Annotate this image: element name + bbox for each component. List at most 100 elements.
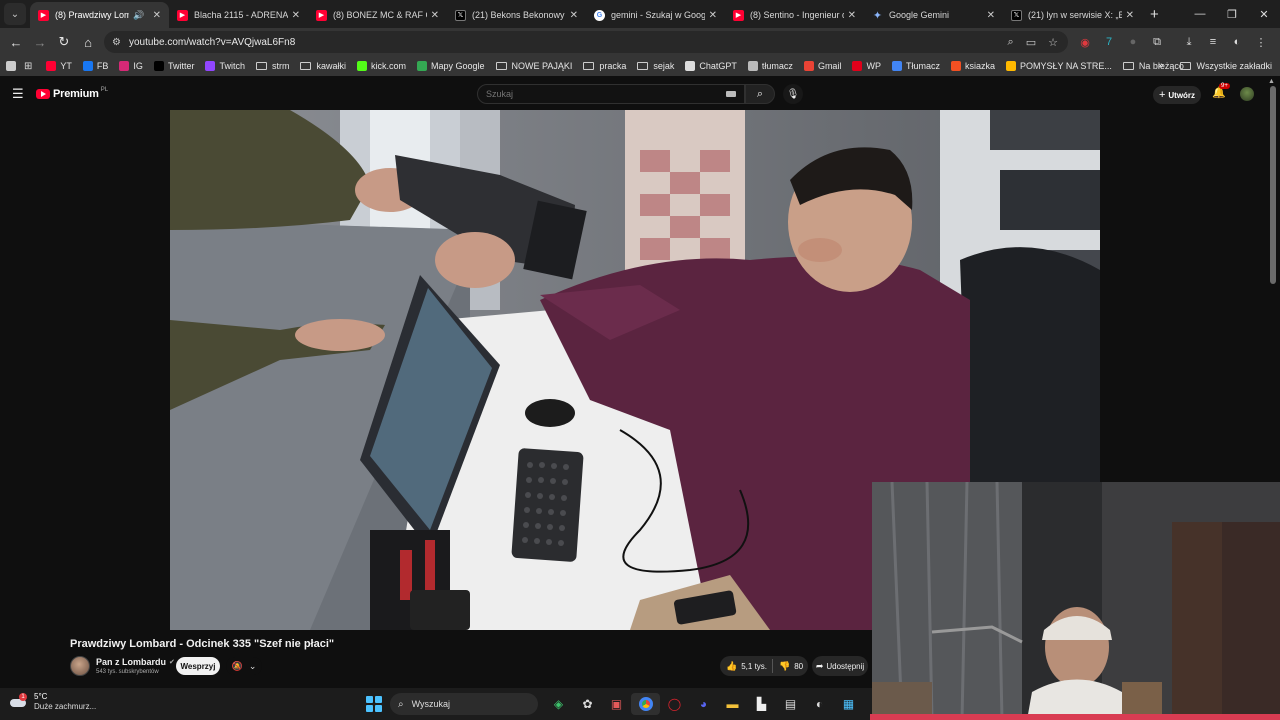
app-icon[interactable]: ◐: [805, 693, 834, 715]
create-button[interactable]: + Utwórz: [1153, 86, 1201, 104]
dislike-button[interactable]: 👎 80: [773, 661, 803, 672]
weather-widget[interactable]: 1 5°C Duże zachmurz...: [10, 692, 96, 712]
forward-arrow-icon[interactable]: →: [28, 35, 52, 50]
close-icon[interactable]: ✕: [848, 10, 856, 21]
bookmark-item[interactable]: Gmail: [803, 61, 841, 71]
bookmark-item[interactable]: sejak: [637, 61, 674, 71]
bookmark-item[interactable]: IG: [119, 61, 143, 71]
zoom-icon[interactable]: ⌕: [1008, 36, 1014, 49]
speaker-icon[interactable]: 🔊: [133, 10, 144, 21]
url-text[interactable]: youtube.com/watch?v=AVQjwaL6Fn8: [129, 37, 295, 48]
bookmark-item[interactable]: YT: [46, 61, 72, 71]
tab-gemini-search[interactable]: G gemini - Szukaj w Google ✕: [586, 2, 725, 28]
bookmark-item[interactable]: pracka: [583, 61, 626, 71]
notification-settings-button[interactable]: 🔕 ⌄: [226, 657, 262, 675]
restore-icon[interactable]: ❐: [1216, 8, 1248, 21]
youtube-logo[interactable]: Premium PL: [36, 87, 108, 100]
tab-google-gemini[interactable]: ✦ Google Gemini ✕: [864, 2, 1003, 28]
chrome-icon[interactable]: [631, 693, 660, 715]
cast-icon[interactable]: ▭: [1026, 36, 1036, 49]
file-explorer-icon[interactable]: ▬: [718, 693, 747, 715]
record-extension-icon[interactable]: ◉: [1078, 36, 1092, 49]
tab-lyn[interactable]: 𝕏 (21) lyn w serwisie X: „Bar ✕: [1003, 2, 1142, 28]
page-scrollbar[interactable]: [1270, 86, 1276, 284]
weather-temperature: 5°C: [34, 692, 48, 701]
tab-blacha[interactable]: ▶ Blacha 2115 - ADRENALINA ✕: [169, 2, 308, 28]
tab-bonez[interactable]: ▶ (8) BONEZ MC & RAF CAMORA ✕: [308, 2, 447, 28]
opera-icon[interactable]: ◯: [660, 693, 689, 715]
apps-grid-icon[interactable]: ⊞: [24, 61, 32, 72]
account-avatar[interactable]: [1240, 87, 1254, 101]
tab-bekons[interactable]: 𝕏 (21) Bekons Bekonowy w ✕: [447, 2, 586, 28]
bookmark-item[interactable]: tłumacz: [747, 61, 793, 71]
extension-icon[interactable]: ●: [1126, 36, 1140, 48]
close-icon[interactable]: ✕: [570, 10, 578, 21]
close-window-icon[interactable]: ✕: [1248, 8, 1280, 21]
close-icon[interactable]: ✕: [153, 10, 161, 21]
app-icon[interactable]: ✿: [573, 693, 602, 715]
bookmark-item[interactable]: Tłumacz: [891, 61, 940, 71]
bookmark-star-icon[interactable]: ☆: [1048, 36, 1058, 49]
close-icon[interactable]: ✕: [292, 10, 300, 21]
tab-search-button[interactable]: ⌄: [4, 3, 26, 25]
bookmark-item[interactable]: ksiazka: [950, 61, 995, 71]
profile-icon[interactable]: ◐: [1230, 36, 1244, 48]
terminal-icon[interactable]: ▤: [776, 693, 805, 715]
close-icon[interactable]: ✕: [431, 10, 439, 21]
seventv-extension-icon[interactable]: 7: [1102, 36, 1116, 48]
bookmark-item[interactable]: Twitch: [205, 61, 245, 71]
bookmark-item[interactable]: Mapy Google: [417, 61, 485, 71]
bookmark-item[interactable]: WP: [852, 61, 881, 71]
bookmark-item[interactable]: strm: [255, 61, 289, 71]
hamburger-menu-icon[interactable]: ☰: [12, 86, 24, 102]
reload-icon[interactable]: ↻: [52, 34, 76, 50]
close-icon[interactable]: ✕: [1126, 10, 1134, 21]
tab-prawdziwy-lombard[interactable]: ▶ (8) Prawdziwy Lombard - Odcinek 335 🔊 …: [30, 2, 169, 28]
support-button[interactable]: Wesprzyj: [176, 657, 220, 675]
notifications-button[interactable]: 🔔 9+: [1212, 83, 1230, 99]
site-info-icon[interactable]: ⚙: [112, 37, 121, 48]
search-icon: ⌕: [756, 87, 764, 100]
home-icon[interactable]: ⌂: [76, 35, 100, 50]
tab-title: gemini - Szukaj w Google: [611, 10, 705, 20]
app-icon[interactable]: ◈: [544, 693, 573, 715]
back-arrow-icon[interactable]: ←: [4, 35, 28, 50]
taskbar-search[interactable]: ⌕ Wyszukaj: [390, 693, 538, 715]
search-input[interactable]: [486, 89, 706, 99]
windows-start-icon[interactable]: [366, 696, 382, 712]
channel-name-link[interactable]: Pan z Lombardu ✔: [96, 657, 175, 667]
close-icon[interactable]: ✕: [709, 10, 717, 21]
menu-dots-icon[interactable]: ⋮: [1254, 36, 1268, 49]
all-bookmarks[interactable]: Wszystkie zakładki: [1180, 56, 1272, 76]
new-tab-button[interactable]: +: [1150, 6, 1159, 23]
bookmark-item[interactable]: ChatGPT: [685, 61, 737, 71]
channel-avatar[interactable]: [70, 656, 90, 676]
app-icon[interactable]: ▙: [747, 693, 776, 715]
bookmark-item[interactable]: FB: [82, 61, 108, 71]
more-bookmarks-icon[interactable]: »: [1158, 60, 1164, 71]
share-button[interactable]: ➦ Udostępnij: [812, 656, 868, 676]
bookmark-item[interactable]: kawałki: [300, 61, 346, 71]
bookmark-item[interactable]: Twitter: [153, 61, 194, 71]
puzzle-icon[interactable]: ⧉: [1150, 36, 1164, 49]
search-button[interactable]: ⌕: [745, 84, 775, 104]
bookmark-item[interactable]: kick.com: [356, 61, 406, 71]
download-icon[interactable]: ⤓: [1182, 36, 1196, 49]
search-box[interactable]: [477, 84, 745, 104]
notepad-icon[interactable]: ▦: [834, 693, 863, 715]
apps-square-icon[interactable]: [6, 61, 16, 71]
keyboard-icon[interactable]: [726, 91, 736, 97]
minimize-icon[interactable]: —: [1184, 8, 1216, 20]
bookmark-item[interactable]: POMYSŁY NA STRE...: [1005, 61, 1112, 71]
media-control-icon[interactable]: ≡: [1206, 36, 1220, 48]
like-button[interactable]: 👍 5,1 tys.: [720, 661, 772, 672]
scroll-up-arrow-icon[interactable]: ▲: [1268, 78, 1275, 85]
tab-sentino[interactable]: ▶ (8) Sentino - Ingenieur de ✕: [725, 2, 864, 28]
discord-icon[interactable]: ◕: [689, 693, 718, 715]
bookmark-item[interactable]: Na bieżąco: [1122, 61, 1184, 71]
close-icon[interactable]: ✕: [987, 10, 995, 21]
bookmark-item[interactable]: NOWE PAJĄKI: [495, 61, 572, 71]
address-bar[interactable]: ⚙ youtube.com/watch?v=AVQjwaL6Fn8 ⌕ ▭ ☆: [104, 31, 1068, 53]
voice-search-button[interactable]: 🎙: [783, 84, 803, 104]
app-icon[interactable]: ▣: [602, 693, 631, 715]
